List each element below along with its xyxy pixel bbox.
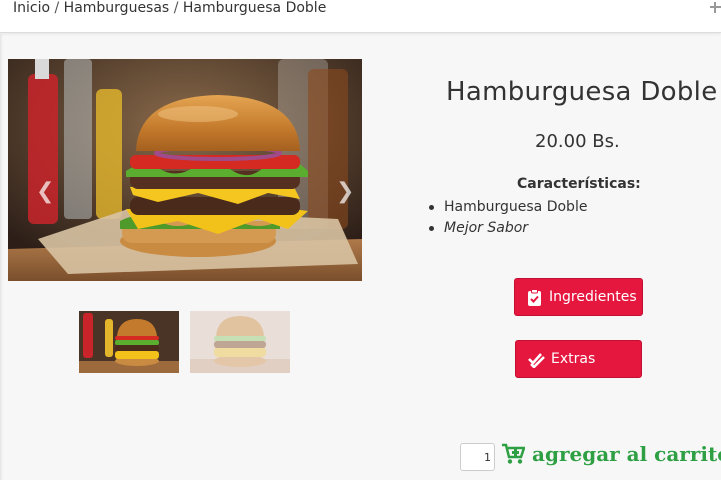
add-to-cart-label: agregar al carrito: [532, 442, 721, 466]
breadcrumb-item-current: Hamburguesa Doble: [182, 0, 327, 16]
chevron-left-icon[interactable]: ❮: [36, 179, 54, 204]
thumbnail-1[interactable]: [79, 311, 179, 373]
burger-photo: [8, 59, 362, 281]
top-bar: Inicio / Hamburguesas / Hamburguesa Dobl…: [0, 0, 721, 33]
features-heading: Características:: [517, 176, 641, 192]
plus-icon[interactable]: [710, 2, 721, 13]
breadcrumb-item-hamburguesas[interactable]: Hamburguesas: [64, 0, 170, 16]
ingredientes-button-label: Ingredientes: [549, 289, 637, 305]
burger-thumbnail-image: [79, 311, 179, 373]
features-list: Hamburguesa Doble Mejor Sabor: [426, 197, 587, 239]
product-price: 20.00 Bs.: [535, 131, 620, 152]
feature-item: Hamburguesa Doble: [426, 197, 587, 218]
page-edge-shadow: [0, 34, 3, 480]
quantity-input[interactable]: [460, 443, 495, 471]
burger-thumbnail-image-faded: [190, 311, 290, 373]
extras-button-label: Extras: [551, 351, 596, 367]
double-check-icon: [528, 352, 545, 368]
breadcrumb: Inicio / Hamburguesas / Hamburguesa Dobl…: [13, 0, 326, 16]
chevron-right-icon[interactable]: ❯: [336, 179, 354, 204]
thumbnail-2[interactable]: [190, 311, 290, 373]
extras-button[interactable]: Extras: [515, 340, 642, 378]
breadcrumb-separator: /: [54, 0, 60, 16]
product-title: Hamburguesa Doble: [446, 77, 718, 107]
product-main-image: ❮ ❯: [8, 59, 362, 281]
cart-plus-icon: [502, 443, 525, 464]
breadcrumb-separator: /: [173, 0, 179, 16]
breadcrumb-item-inicio[interactable]: Inicio: [13, 0, 50, 16]
clipboard-check-icon: [528, 288, 541, 306]
ingredientes-button[interactable]: Ingredientes: [514, 278, 643, 316]
feature-item: Mejor Sabor: [426, 218, 587, 239]
add-to-cart-button[interactable]: agregar al carrito: [501, 440, 721, 468]
